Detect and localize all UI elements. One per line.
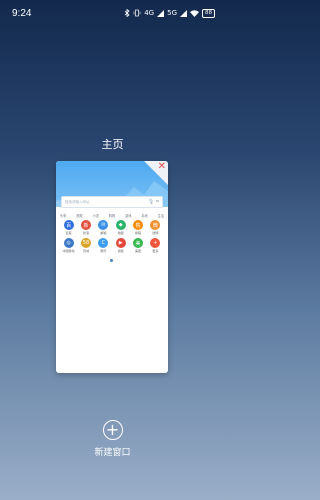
app-icon: 微 — [150, 220, 161, 230]
status-time: 9:24 — [12, 7, 32, 19]
app-icon: 新 — [80, 220, 91, 230]
search-placeholder: 搜索或输入网址 — [65, 199, 90, 204]
app-shortcut[interactable]: 百百度 — [60, 220, 77, 235]
app-shortcut[interactable]: ▶ 视频 — [112, 238, 129, 253]
wifi-icon — [190, 9, 199, 17]
app-label: 中国移动 — [62, 249, 75, 253]
window-title: 主页 — [101, 138, 124, 151]
app-icon: C — [98, 238, 109, 248]
signal-icon-2 — [180, 9, 187, 17]
category-tabs: 头条 视频 小说 购物 游戏 本地 生活 — [60, 213, 164, 218]
app-label: 携程 — [134, 231, 141, 235]
app-label: 新浪 — [82, 231, 89, 235]
app-icon: ◆ — [115, 220, 126, 230]
signal-icon — [157, 9, 165, 17]
tab-1[interactable]: 视频 — [76, 213, 82, 218]
vibrate-icon — [133, 9, 141, 17]
app-icon: 百 — [63, 220, 74, 230]
app-icon: 美 — [132, 238, 143, 248]
app-icon: 58 — [80, 238, 91, 248]
app-shortcut[interactable]: ◎ 中国移动 — [60, 238, 77, 253]
bluetooth-icon — [124, 9, 130, 17]
app-label: 百度 — [65, 231, 72, 235]
app-shortcut[interactable]: 58 同城 — [77, 238, 94, 253]
new-window-plus-icon[interactable]: + — [102, 420, 123, 440]
app-label: 更多 — [152, 249, 159, 253]
app-icon: + — [150, 238, 161, 248]
new-window-label[interactable]: 新建窗口 — [94, 445, 130, 458]
app-icon: 携 — [132, 220, 143, 230]
app-label: 微博 — [152, 231, 159, 235]
app-icon: ▶ — [115, 238, 126, 248]
app-shortcut[interactable]: C 腾讯 — [95, 238, 112, 253]
scan-icon[interactable]: ⌗ — [156, 199, 159, 205]
network-5g-icon: 5G — [167, 9, 177, 17]
app-label: 邮箱 — [100, 231, 107, 235]
app-shortcut[interactable]: + 更多 — [147, 238, 164, 253]
status-bar: 9:24 4G 5G 88 — [0, 0, 225, 26]
app-icon: ✉ — [98, 220, 109, 230]
microphone-icon[interactable]: 🎙 — [148, 199, 154, 205]
tab-6[interactable]: 生活 — [158, 213, 164, 218]
app-shortcut[interactable]: ✉ 邮箱 — [95, 220, 112, 235]
app-label: 美团 — [134, 249, 141, 253]
app-label: 腾讯 — [100, 249, 107, 253]
network-4g-icon: 4G — [144, 9, 155, 17]
close-icon[interactable]: ✕ — [158, 162, 166, 172]
tab-preview-card[interactable]: ✕ 搜索或输入网址 🎙 ⌗ 头条 视频 小说 购物 游戏 本地 生活 百百度新新… — [56, 161, 168, 373]
battery-icon: 88 — [202, 8, 215, 18]
tab-5[interactable]: 本地 — [141, 213, 147, 218]
app-shortcut[interactable]: 微微博 — [147, 220, 164, 235]
tab-0[interactable]: 头条 — [60, 213, 66, 218]
tab-4[interactable]: 游戏 — [125, 213, 131, 218]
tab-2[interactable]: 小说 — [93, 213, 99, 218]
app-shortcut[interactable]: ◆ 地图 — [112, 220, 129, 235]
shortcut-grid: 百百度新新浪 ✉ 邮箱 ◆ 地图携携程微微博 ◎ 中国移动 58 同城 C 腾讯 ▶ 视频美美团 + 更多 — [60, 220, 164, 253]
tab-3[interactable]: 购物 — [109, 213, 115, 218]
status-icons: 4G 5G 88 — [124, 8, 215, 18]
app-shortcut[interactable]: 携携程 — [129, 220, 146, 235]
new-window-area: + 新建窗口 — [0, 420, 225, 458]
app-shortcut[interactable]: 美美团 — [129, 238, 146, 253]
pager-dot — [110, 259, 113, 262]
app-shortcut[interactable]: 新新浪 — [77, 220, 94, 235]
app-label: 同城 — [82, 249, 89, 253]
app-icon: ◎ — [63, 238, 74, 248]
app-label: 地图 — [117, 231, 124, 235]
search-input[interactable]: 搜索或输入网址 🎙 ⌗ — [61, 196, 163, 208]
app-label: 视频 — [117, 249, 124, 253]
